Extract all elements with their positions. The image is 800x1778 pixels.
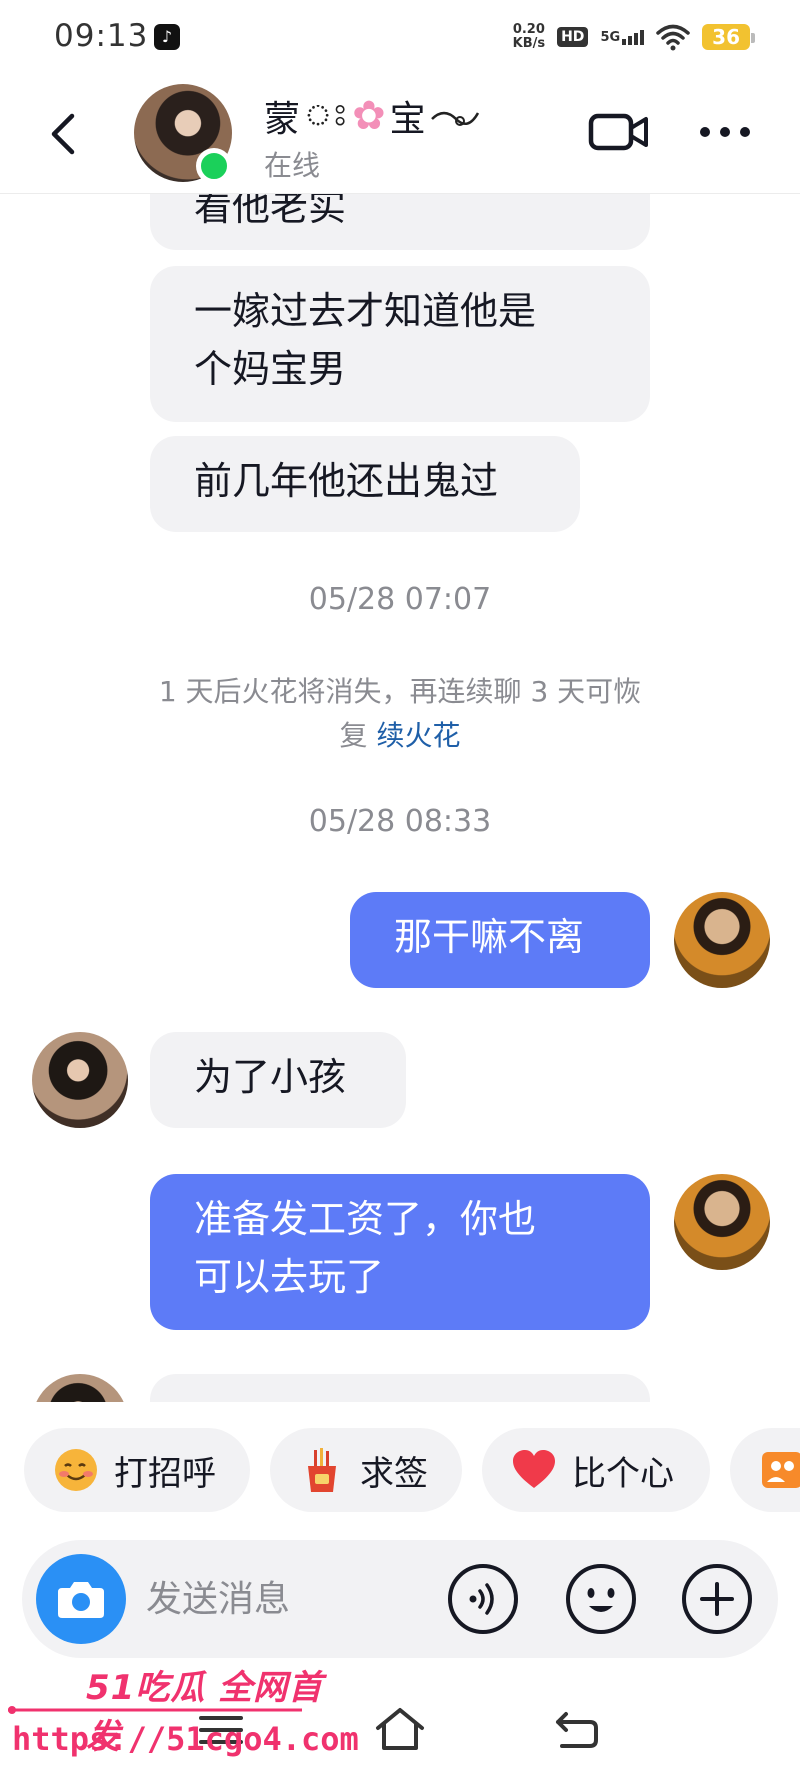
watermark-url: https://51cgo4.com	[12, 1720, 359, 1758]
message-bubble-incoming[interactable]: 为了小孩	[150, 1032, 406, 1128]
camera-button[interactable]	[36, 1554, 126, 1644]
network-speed-unit: KB/s	[512, 36, 546, 51]
my-avatar[interactable]	[674, 1174, 770, 1270]
contact-message-avatar[interactable]	[32, 1032, 128, 1128]
group-photo-icon	[762, 1452, 800, 1488]
streak-notice: 1 天后火花将消失，再连续聊 3 天可恢 复 续火花	[110, 670, 690, 758]
emoji-icon[interactable]	[564, 1562, 638, 1636]
chip-label: 求签	[360, 1453, 428, 1494]
ornament-icon: ঃ	[304, 97, 349, 133]
message-list[interactable]: 看他老实 一嫁过去才知道他是 个妈宝男 前几年他还出鬼过 05/28 07:07…	[0, 194, 800, 1402]
streak-notice-line1: 1 天后火花将消失，再连续聊 3 天可恢	[158, 675, 642, 708]
hd-icon: HD	[557, 27, 589, 47]
battery-icon: 36	[702, 24, 755, 50]
status-indicators: 0.20 KB/s HD 5G 36	[513, 20, 755, 54]
flower-icon: ✿	[352, 93, 386, 139]
message-text: 一嫁过去才知道他是 个妈宝男	[194, 289, 537, 391]
chip-label: 打招呼	[114, 1453, 216, 1494]
restore-streak-link[interactable]: 续火花	[376, 719, 460, 752]
home-icon[interactable]	[374, 1706, 426, 1752]
status-bar: 09:13 ♪ 0.20 KB/s HD 5G 36	[0, 0, 800, 74]
quick-reply-heart[interactable]: 比个心	[482, 1428, 710, 1512]
contact-name-part2: 宝	[389, 99, 426, 140]
contact-name-part1: 蒙	[264, 99, 301, 140]
chat-header: 蒙 ঃ ✿ 宝 在线	[0, 74, 800, 194]
online-indicator	[196, 148, 232, 184]
message-text: 准备发工资了，你也 可以去玩了	[194, 1197, 537, 1299]
back-arrow-icon[interactable]	[44, 108, 84, 160]
timestamp: 05/28 07:07	[308, 582, 492, 617]
status-time: 09:13	[54, 18, 149, 54]
network-speed: 0.20 KB/s	[513, 23, 545, 51]
watermark-underline-icon	[8, 1706, 302, 1714]
waving-emoji-icon	[55, 1449, 97, 1491]
voice-message-icon[interactable]	[446, 1562, 520, 1636]
watermark: 51吃瓜 全网首发 https://51cgo4.com	[6, 1660, 359, 1778]
quick-reply-bar: 打招呼 求签 比个心	[0, 1402, 800, 1520]
my-avatar[interactable]	[674, 892, 770, 988]
signal-icon: 5G	[600, 29, 645, 45]
contact-message-avatar[interactable]	[32, 1374, 128, 1402]
message-bubble-incoming[interactable]: 一嫁过去才知道他是 个妈宝男	[150, 266, 650, 422]
contact-name[interactable]: 蒙 ঃ ✿ 宝	[264, 90, 480, 142]
message-bubble-outgoing[interactable]: 准备发工资了，你也 可以去玩了	[150, 1174, 650, 1330]
swirl-ornament-icon	[430, 111, 479, 126]
timestamp: 05/28 08:33	[308, 804, 492, 839]
add-attachment-icon[interactable]	[680, 1562, 754, 1636]
wifi-icon	[656, 24, 690, 51]
video-call-icon[interactable]	[588, 112, 650, 152]
message-text: 那干嘛不离	[394, 915, 585, 959]
quick-reply-fortune[interactable]: 求签	[270, 1428, 462, 1512]
fortune-sticks-icon	[308, 1448, 336, 1492]
message-text: 为了小孩	[194, 1055, 347, 1099]
chip-label: 比个心	[572, 1453, 674, 1494]
tiktok-notification-icon: ♪	[154, 24, 180, 50]
message-bubble-incoming[interactable]: 看他老实	[150, 194, 650, 250]
message-text: 前几年他还出鬼过	[194, 459, 499, 503]
message-input-bar	[22, 1540, 778, 1658]
message-bubble-incoming[interactable]: 前几年他还出鬼过	[150, 436, 580, 532]
message-bubble-outgoing[interactable]: 那干嘛不离	[350, 892, 650, 988]
more-options-icon[interactable]	[698, 124, 752, 140]
network-speed-value: 0.20	[512, 22, 545, 37]
contact-status: 在线	[264, 149, 321, 182]
quick-reply-more[interactable]	[730, 1428, 800, 1512]
message-input[interactable]	[146, 1572, 446, 1626]
camera-icon	[58, 1582, 104, 1618]
heart-icon	[513, 1450, 555, 1488]
streak-notice-line2: 复	[339, 719, 368, 752]
message-bubble-incoming[interactable]	[150, 1374, 650, 1402]
back-nav-icon[interactable]	[552, 1708, 602, 1750]
network-type: 5G	[600, 29, 621, 45]
message-text: 看他老实	[194, 194, 347, 229]
quick-reply-greet[interactable]: 打招呼	[24, 1428, 250, 1512]
